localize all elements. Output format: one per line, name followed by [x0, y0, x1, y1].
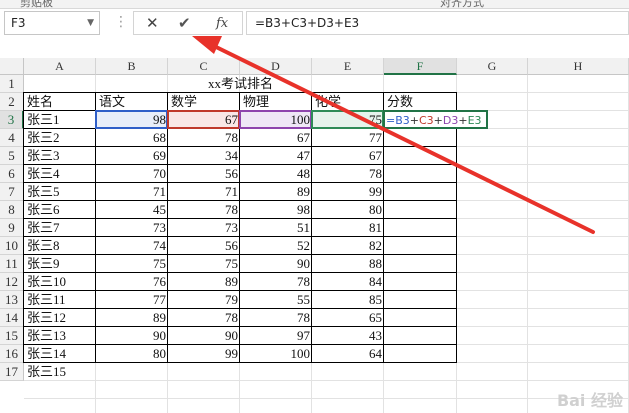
annotation-arrow	[192, 36, 595, 234]
watermark: Bai 经验	[556, 391, 623, 410]
spreadsheet-window: 剪贴板 对齐方式 F3 ▼ ⋮ ✕ ✔ fx =B3+C3+D3+E3 ABCD…	[0, 0, 629, 413]
